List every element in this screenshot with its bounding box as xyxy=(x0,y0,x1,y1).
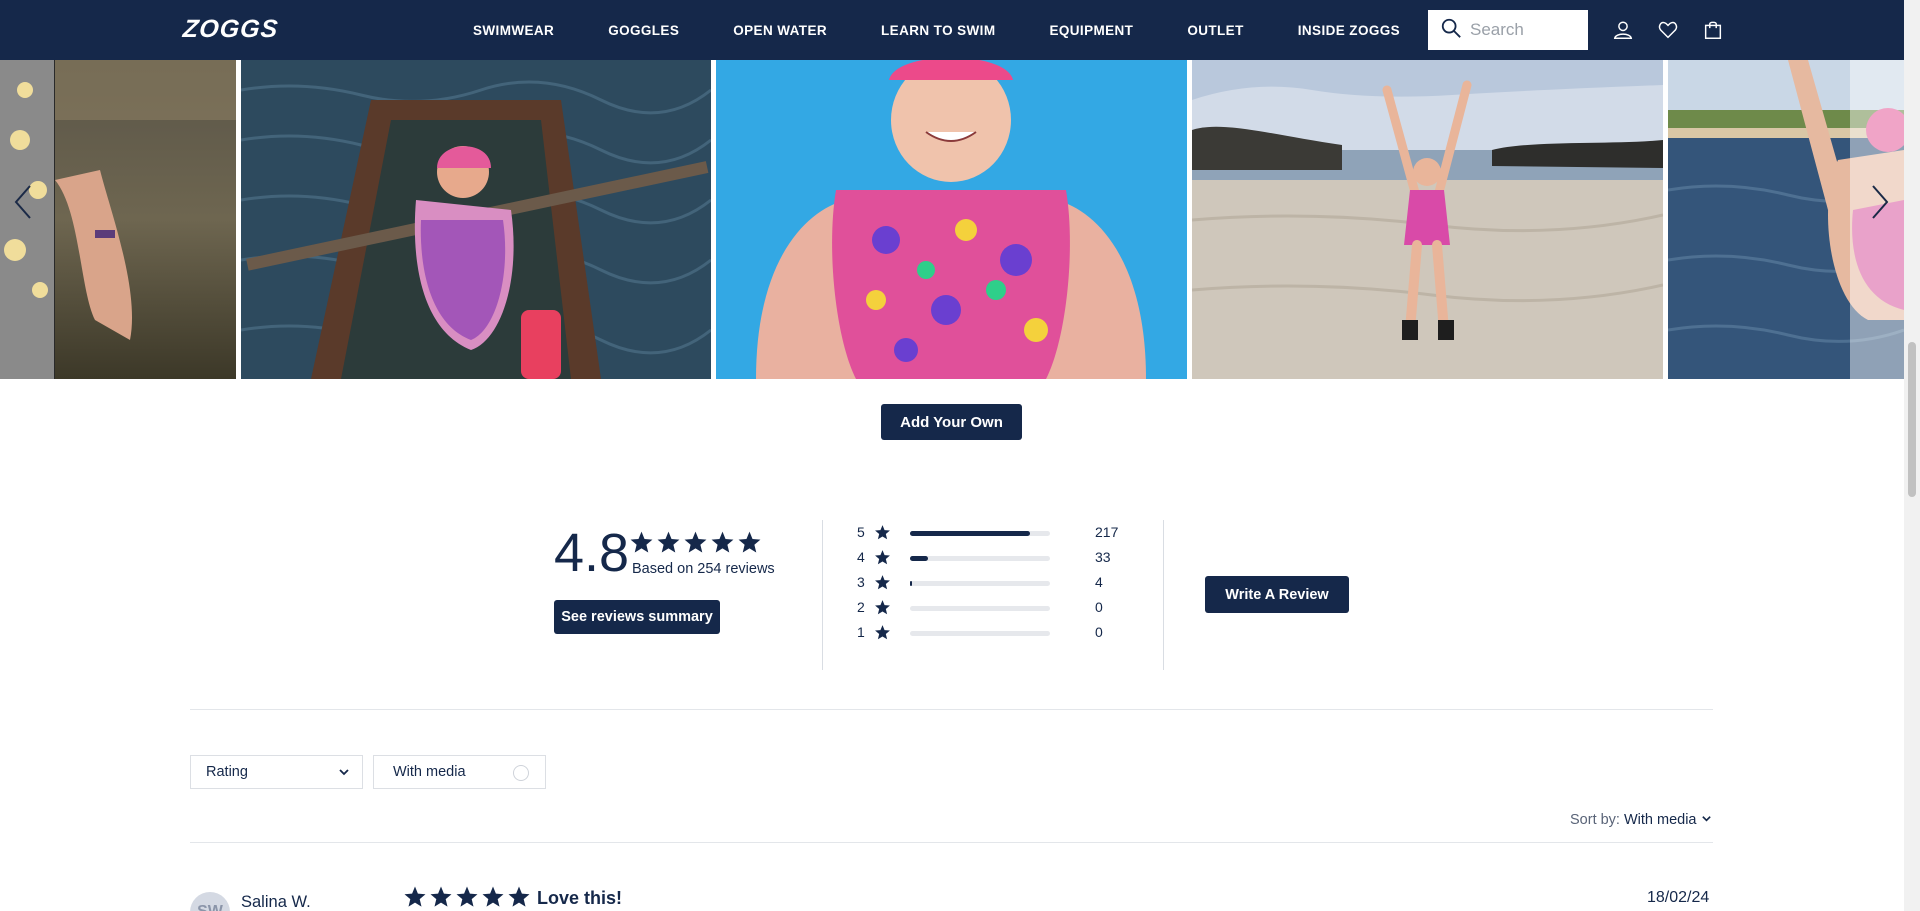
star-icon xyxy=(874,599,891,621)
reviews-divider xyxy=(190,842,1713,843)
star-icon xyxy=(630,531,653,553)
star-icon xyxy=(404,886,426,907)
histogram-bar-track xyxy=(910,606,1050,611)
average-stars xyxy=(629,530,762,555)
gallery-prev-arrow-icon[interactable] xyxy=(8,180,38,224)
customer-photo-3[interactable] xyxy=(716,60,1187,379)
histogram-bar-track xyxy=(910,631,1050,636)
with-media-toggle[interactable] xyxy=(513,765,529,781)
histogram-count: 33 xyxy=(1095,549,1111,565)
nav-goggles[interactable]: GOGGLES xyxy=(608,23,679,38)
divider-right xyxy=(1163,520,1164,670)
rating-filter-dropdown[interactable]: Rating xyxy=(190,755,363,789)
with-media-filter[interactable]: With media xyxy=(373,755,546,789)
star-icon xyxy=(875,550,890,565)
main-menu: SWIMWEAR GOGGLES OPEN WATER LEARN TO SWI… xyxy=(473,0,1454,60)
customer-photo-2[interactable] xyxy=(241,60,711,379)
star-icon xyxy=(875,575,890,590)
page-scrollbar[interactable] xyxy=(1904,0,1920,911)
based-on-count: Based on 254 reviews xyxy=(632,561,775,577)
review-title: Love this! xyxy=(537,888,623,908)
histogram-bar-fill xyxy=(910,556,928,561)
account-icon[interactable] xyxy=(1612,19,1634,41)
wishlist-heart-icon[interactable] xyxy=(1657,19,1679,41)
review-stars xyxy=(403,885,531,909)
star-icon xyxy=(874,549,891,571)
section-divider xyxy=(190,709,1713,710)
histogram-bar-track xyxy=(910,556,1050,561)
star-icon xyxy=(874,574,891,596)
see-reviews-summary-button[interactable]: See reviews summary xyxy=(554,600,720,634)
star-icon xyxy=(874,624,891,646)
search-input[interactable] xyxy=(1470,20,1580,40)
bag-icon[interactable] xyxy=(1702,19,1724,41)
histogram-count: 0 xyxy=(1095,624,1103,640)
zoggs-logo[interactable]: ZOGGS xyxy=(181,15,280,45)
star-icon xyxy=(711,531,734,553)
nav-equipment[interactable]: EQUIPMENT xyxy=(1049,23,1133,38)
chevron-down-icon xyxy=(1701,812,1712,828)
histogram-star-level: 4 xyxy=(857,549,865,565)
star-icon xyxy=(684,531,707,553)
average-rating: 4.8 xyxy=(554,523,630,583)
star-icon xyxy=(875,625,890,640)
histogram-row-1[interactable]: 10 xyxy=(857,622,1127,642)
star-icon xyxy=(482,886,504,907)
gallery-next-arrow-icon[interactable] xyxy=(1865,180,1895,224)
customer-photo-4[interactable] xyxy=(1192,60,1663,379)
customer-photo-gallery xyxy=(0,60,1904,379)
divider-left xyxy=(822,520,823,670)
with-media-label: With media xyxy=(393,764,466,780)
histogram-star-level: 1 xyxy=(857,624,865,640)
star-icon xyxy=(430,886,452,907)
histogram-star-level: 5 xyxy=(857,524,865,540)
nav-learn-to-swim[interactable]: LEARN TO SWIM xyxy=(881,23,995,38)
star-icon xyxy=(874,524,891,546)
review-date: 18/02/24 xyxy=(1647,889,1710,906)
histogram-star-level: 3 xyxy=(857,574,865,590)
histogram-bar-track xyxy=(910,581,1050,586)
histogram-bar-fill xyxy=(910,581,912,586)
nav-outlet[interactable]: OUTLET xyxy=(1187,23,1243,38)
histogram-star-level: 2 xyxy=(857,599,865,615)
star-icon xyxy=(875,600,890,615)
nav-swimwear[interactable]: SWIMWEAR xyxy=(473,23,554,38)
histogram-row-5[interactable]: 5 217 xyxy=(857,522,1127,542)
nav-open-water[interactable]: OPEN WATER xyxy=(733,23,827,38)
add-your-own-button[interactable]: Add Your Own xyxy=(881,404,1022,440)
histogram-row-4[interactable]: 4 33 xyxy=(857,547,1127,567)
rating-filter-label: Rating xyxy=(206,764,248,780)
star-icon xyxy=(738,531,761,553)
histogram-bar-fill xyxy=(910,531,1030,536)
sort-control[interactable]: Sort by: With media xyxy=(1570,812,1712,828)
top-navigation: ZOGGS SWIMWEAR GOGGLES OPEN WATER LEARN … xyxy=(0,0,1904,60)
histogram-row-2[interactable]: 20 xyxy=(857,597,1127,617)
star-icon xyxy=(657,531,680,553)
chevron-down-icon xyxy=(338,766,350,782)
histogram-count: 4 xyxy=(1095,574,1103,590)
star-icon xyxy=(456,886,478,907)
scrollbar-thumb[interactable] xyxy=(1908,342,1916,497)
histogram-count: 0 xyxy=(1095,599,1103,615)
write-a-review-button[interactable]: Write A Review xyxy=(1205,576,1349,613)
histogram-bar-track xyxy=(910,531,1050,536)
reviewer-name: Salina W. xyxy=(241,893,311,911)
star-icon xyxy=(875,525,890,540)
reviewer-avatar: SW xyxy=(190,892,230,911)
star-icon xyxy=(508,886,530,907)
nav-inside-zoggs[interactable]: INSIDE ZOGGS xyxy=(1298,23,1400,38)
sort-value: With media xyxy=(1623,812,1697,828)
histogram-count: 217 xyxy=(1095,524,1119,540)
search-icon xyxy=(1440,17,1462,44)
sort-label: Sort by: xyxy=(1570,812,1620,828)
histogram-row-3[interactable]: 34 xyxy=(857,572,1127,592)
search-box[interactable] xyxy=(1428,10,1588,50)
